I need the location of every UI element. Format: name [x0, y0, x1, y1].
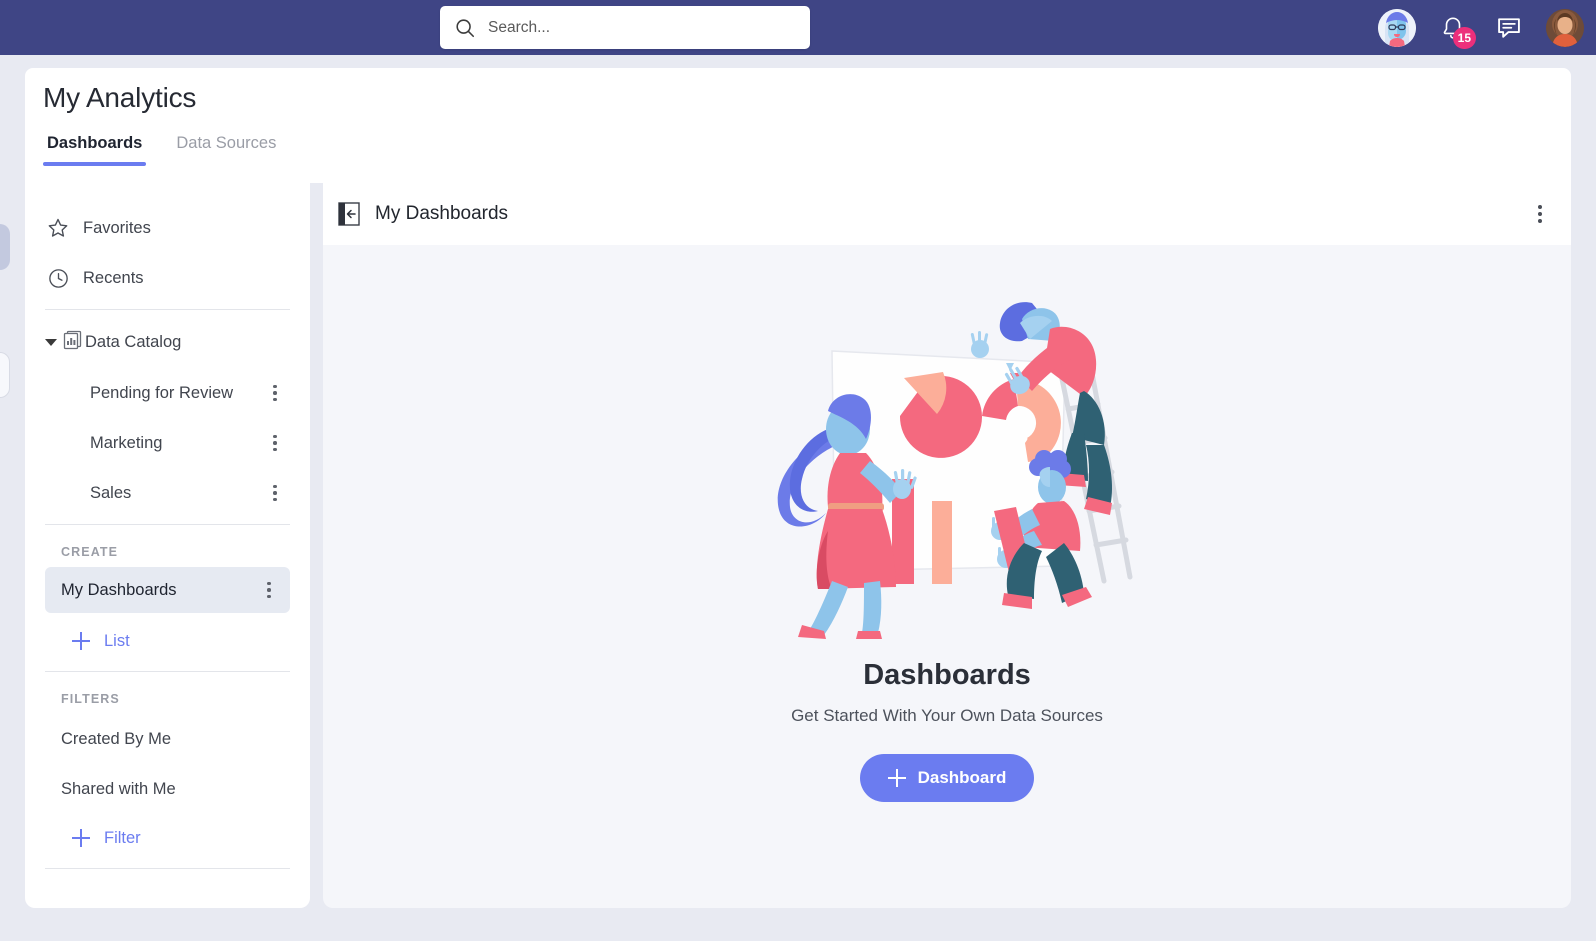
chevron-down-icon[interactable]: [45, 338, 57, 346]
nav-actions: 15: [1378, 0, 1584, 55]
panel-title: My Dashboards: [375, 203, 509, 224]
sidebar-subitem-label: Pending for Review: [90, 383, 234, 402]
kebab-icon[interactable]: [266, 484, 284, 502]
notifications-button[interactable]: 15: [1434, 9, 1476, 49]
sidebar-subitem-sales[interactable]: Sales: [45, 468, 290, 518]
sidebar-item-label: Recents: [83, 268, 144, 287]
kebab-icon[interactable]: [260, 581, 278, 599]
plus-icon: [887, 769, 906, 787]
notification-badge: 15: [1452, 26, 1476, 49]
search-bar[interactable]: [440, 6, 810, 49]
edge-tab-outline[interactable]: [0, 352, 10, 398]
add-filter-label: Filter: [104, 828, 141, 847]
search-input[interactable]: [488, 18, 796, 37]
sidebar-item-label: My Dashboards: [61, 580, 177, 599]
search-icon: [454, 17, 476, 39]
sidebar-item-recents[interactable]: Recents: [45, 253, 290, 303]
star-icon: [45, 216, 71, 240]
sidebar-filter-shared-with-me[interactable]: Shared with Me: [45, 764, 290, 814]
sidebar-filter-label: Shared with Me: [61, 779, 176, 798]
sidebar-divider: [45, 868, 290, 869]
kebab-icon[interactable]: [266, 434, 284, 452]
sidebar-item-label: Favorites: [83, 218, 151, 237]
messages-button[interactable]: [1490, 9, 1528, 47]
tab-data-sources[interactable]: Data Sources: [172, 134, 280, 166]
dashboards-teamwork-illustration-icon: [732, 281, 1162, 641]
kebab-icon[interactable]: [266, 384, 284, 402]
main-panel: My Dashboards Dashboards Get Started Wit…: [323, 183, 1571, 908]
collapse-panel-icon[interactable]: [337, 201, 361, 227]
data-catalog-icon: [61, 328, 85, 357]
sidebar-item-my-dashboards[interactable]: My Dashboards: [45, 567, 290, 613]
sidebar: Favorites Recents Data Catalog Pending f…: [25, 183, 310, 908]
sidebar-item-favorites[interactable]: Favorites: [45, 203, 290, 253]
empty-state-title: Dashboards: [863, 659, 1031, 691]
sidebar-section-filters: FILTERS: [61, 692, 120, 706]
clock-icon: [45, 267, 71, 290]
page-header-card: My Analytics Dashboards Data Sources: [25, 68, 1571, 183]
kebab-icon[interactable]: [1531, 205, 1549, 223]
panel-header: My Dashboards: [323, 183, 1571, 245]
profile-avatar-illustration-icon[interactable]: [1378, 8, 1416, 47]
top-navigation-bar: 15: [0, 0, 1596, 55]
add-list-label: List: [104, 631, 130, 650]
create-dashboard-button[interactable]: Dashboard: [859, 754, 1035, 802]
edge-tab-filled[interactable]: [0, 224, 10, 270]
sidebar-filter-label: Created By Me: [61, 729, 172, 748]
tab-dashboards[interactable]: Dashboards: [43, 134, 147, 166]
sidebar-subitem-marketing[interactable]: Marketing: [45, 418, 290, 468]
sidebar-item-data-catalog[interactable]: Data Catalog: [45, 316, 290, 368]
add-list-button[interactable]: List: [45, 617, 290, 665]
plus-icon: [72, 829, 90, 847]
sidebar-divider: [45, 671, 290, 672]
page-title: My Analytics: [43, 82, 197, 113]
sidebar-subitem-label: Marketing: [90, 433, 163, 452]
sidebar-divider: [45, 524, 290, 525]
sidebar-section-create: CREATE: [61, 545, 119, 559]
empty-state: Dashboards Get Started With Your Own Dat…: [323, 245, 1571, 908]
page-tabs: Dashboards Data Sources: [43, 134, 280, 166]
sidebar-subitem-pending-for-review[interactable]: Pending for Review: [45, 368, 290, 418]
empty-state-subtitle: Get Started With Your Own Data Sources: [791, 706, 1103, 725]
create-dashboard-label: Dashboard: [917, 768, 1007, 787]
sidebar-subitem-label: Sales: [90, 483, 132, 502]
sidebar-item-label: Data Catalog: [85, 332, 182, 351]
sidebar-divider: [45, 309, 290, 310]
chat-bubble-icon: [1498, 17, 1520, 38]
add-filter-button[interactable]: Filter: [45, 814, 290, 862]
plus-icon: [72, 632, 90, 650]
sidebar-filter-created-by-me[interactable]: Created By Me: [45, 714, 290, 764]
account-avatar[interactable]: [1546, 8, 1584, 47]
